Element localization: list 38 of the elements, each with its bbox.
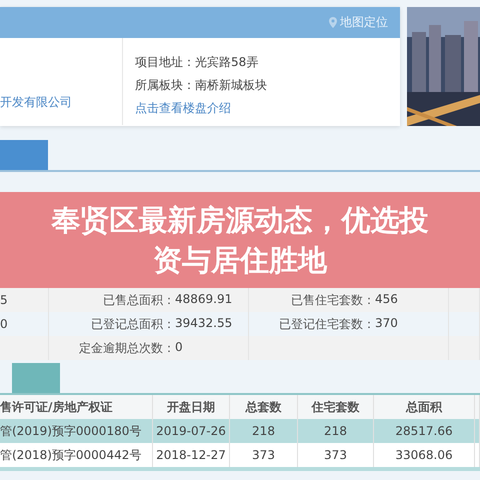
table-cell: 373: [324, 448, 347, 462]
map-link[interactable]: 地图定位: [329, 14, 388, 31]
table-cell: 373: [252, 448, 275, 462]
stat-label: 定金逾期总次数：: [78, 340, 175, 356]
table-cell: 5: [0, 293, 8, 307]
section-tab[interactable]: [0, 140, 48, 170]
table-cell: 218: [252, 424, 275, 438]
stat-label: 已登记住宅套数：: [278, 316, 375, 332]
pin-icon: [329, 17, 337, 28]
column-header: 总套数: [230, 395, 298, 419]
column-header: 售许可证/房地产权证: [0, 395, 152, 419]
stat-label: 已登记总面积：: [90, 316, 175, 332]
intro-link[interactable]: 点击查看楼盘介绍: [135, 100, 267, 117]
table-cell: 管(2019)预字0000180号: [0, 424, 142, 438]
stat-label: 已售总面积：: [102, 292, 175, 308]
block-label: 所属板块：南桥新城板块: [135, 77, 267, 94]
banner-title: 奉贤区最新房源动态，优选投资与居住胜地: [50, 202, 430, 279]
stat-value: 456: [375, 292, 398, 308]
table-cell: 0: [0, 317, 8, 331]
column-header: 住宅套数: [298, 395, 374, 419]
table-cell: 2019-07-26: [156, 424, 226, 438]
table-cell: 28517.66: [395, 424, 453, 438]
table-cell: 2018-12-27: [156, 448, 226, 462]
column-header: 开盘日期: [152, 395, 230, 419]
stat-value: 370: [375, 316, 398, 332]
stat-value: 0: [175, 340, 183, 356]
stat-label: 已售住宅套数：: [290, 292, 375, 308]
address-label: 项目地址：光宾路58弄: [135, 54, 260, 71]
developer-link[interactable]: 开发有限公司: [0, 94, 72, 111]
column-header: 总面积: [374, 395, 474, 419]
table-row[interactable]: 管(2018)预字0000442号 2018-12-27 373 373 33068.06: [0, 443, 480, 467]
stat-value: 39432.55: [175, 316, 232, 332]
stat-value: 48869.91: [175, 292, 232, 308]
table-cell: 218: [324, 424, 347, 438]
section-tab[interactable]: [12, 363, 60, 393]
table-cell: 33068.06: [395, 448, 453, 462]
table-cell: 管(2018)预字0000442号: [0, 448, 142, 462]
table-row[interactable]: 管(2019)预字0000180号 2019-07-26 218 218 28517.66: [0, 419, 480, 443]
